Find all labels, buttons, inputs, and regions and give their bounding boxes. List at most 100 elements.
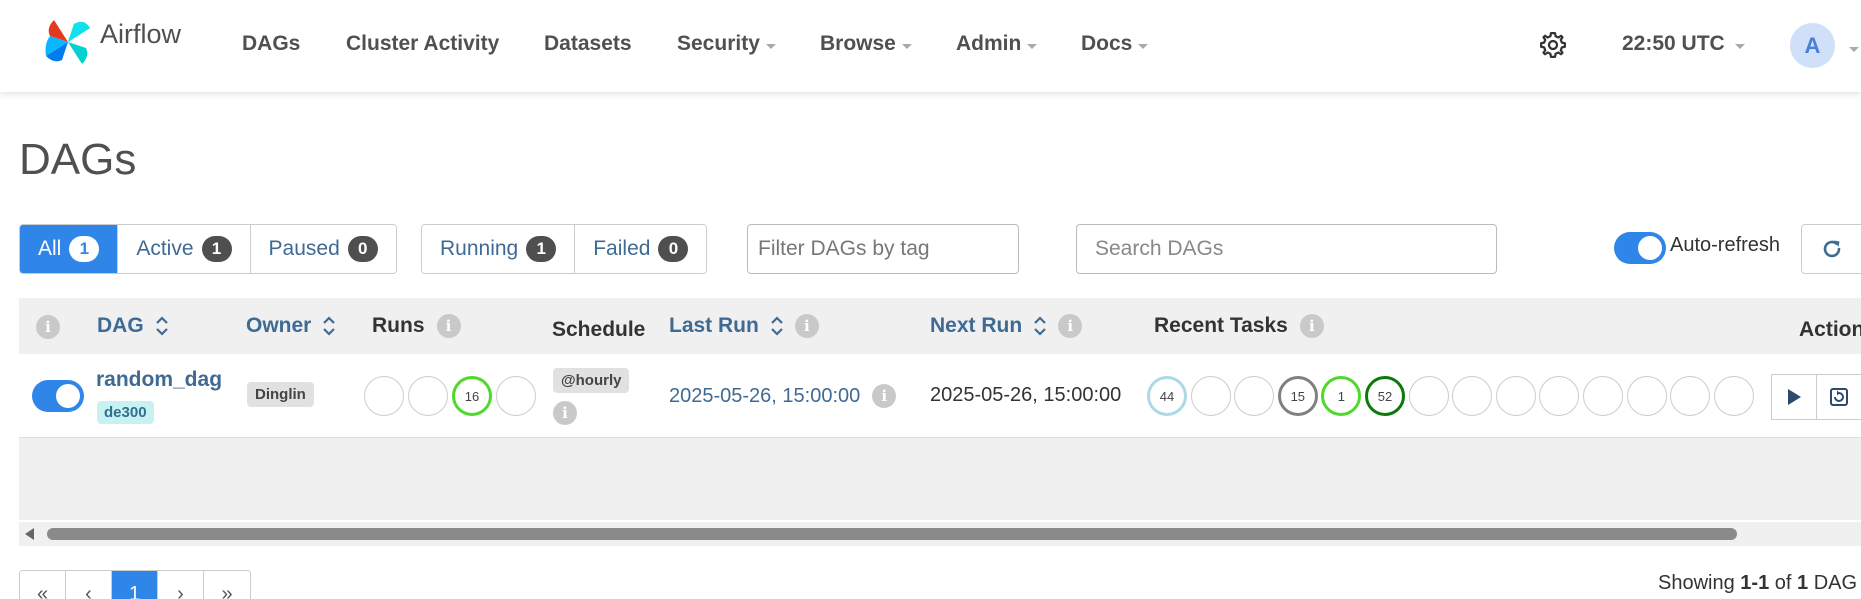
task-status-circle[interactable]	[1713, 376, 1754, 416]
run-filter-group: Running 1 Failed 0	[421, 224, 708, 274]
task-status-circle[interactable]: 1	[1321, 376, 1362, 416]
info-icon[interactable]: i	[36, 315, 60, 339]
task-status-circle[interactable]	[1670, 376, 1711, 416]
nav-cluster-activity[interactable]: Cluster Activity	[346, 32, 499, 56]
filter-all-button[interactable]: All 1	[20, 225, 119, 273]
task-status-circle[interactable]	[1452, 376, 1493, 416]
task-status-circle[interactable]: 44	[1147, 376, 1187, 416]
nav-admin-label: Admin	[956, 32, 1022, 55]
last-run-link[interactable]: 2025-05-26, 15:00:00	[669, 385, 860, 408]
showing-range: 1-1	[1740, 572, 1770, 594]
info-icon[interactable]: i	[436, 314, 461, 338]
brand[interactable]: Airflow	[40, 14, 181, 70]
column-dag[interactable]: DAG	[97, 314, 168, 338]
task-status-circle[interactable]	[1234, 376, 1275, 416]
schedule-badge[interactable]: @hourly	[553, 368, 630, 393]
column-next-run-label: Next Run	[930, 314, 1023, 337]
task-status-circle[interactable]	[1495, 376, 1536, 416]
refresh-button[interactable]	[1801, 224, 1861, 274]
column-next-run[interactable]: Next Run i	[930, 314, 1083, 338]
showing-suffix: DAG	[1813, 572, 1858, 594]
nav-docs[interactable]: Docs	[1081, 32, 1149, 56]
column-schedule-label: Schedule	[552, 318, 646, 341]
page-prev-button[interactable]: ‹	[66, 571, 112, 599]
column-last-run[interactable]: Last Run i	[669, 314, 819, 338]
dag-tag[interactable]: de300	[97, 401, 154, 424]
task-status-circle[interactable]: 15	[1277, 376, 1318, 416]
nav-dags[interactable]: DAGs	[242, 32, 300, 56]
page-current-button[interactable]: 1	[112, 571, 158, 599]
column-actions: Actions	[1799, 318, 1861, 342]
status-filter-group: All 1 Active 1 Paused 0	[19, 224, 397, 274]
nav-docs-label: Docs	[1081, 32, 1133, 55]
refresh-icon	[1830, 388, 1848, 406]
run-status-circle[interactable]	[408, 376, 448, 416]
filter-active-button[interactable]: Active 1	[118, 225, 251, 273]
run-status-circle[interactable]	[496, 376, 536, 416]
run-status-circle[interactable]: 16	[452, 376, 492, 416]
column-owner-label: Owner	[246, 314, 312, 337]
last-run: 2025-05-26, 15:00:00 i	[669, 384, 897, 408]
search-input[interactable]: Search DAGs	[1076, 224, 1497, 274]
column-recent-tasks: Recent Tasks i	[1154, 314, 1324, 338]
sort-icon	[323, 316, 336, 336]
task-status-circle[interactable]	[1190, 376, 1231, 416]
scrollbar-thumb[interactable]	[47, 528, 1737, 540]
nav-datasets[interactable]: Datasets	[544, 32, 632, 56]
task-status-circle[interactable]	[1626, 376, 1667, 416]
info-icon[interactable]: i	[1299, 314, 1324, 338]
chevron-down-icon	[1734, 43, 1745, 49]
page-title: DAGs	[19, 135, 137, 184]
showing-total: 1	[1797, 572, 1809, 594]
chevron-down-icon	[1138, 43, 1149, 49]
page-next-button[interactable]: ›	[158, 571, 204, 599]
sort-icon	[155, 316, 168, 336]
column-schedule: Schedule	[552, 318, 645, 342]
clock-dropdown[interactable]: 22:50 UTC	[1622, 32, 1745, 56]
chevron-down-icon	[901, 43, 912, 49]
dag-link[interactable]: random_dag	[96, 368, 222, 392]
gear-icon[interactable]	[1538, 30, 1568, 60]
horizontal-scrollbar[interactable]	[19, 522, 1861, 546]
nav-admin[interactable]: Admin	[956, 32, 1038, 56]
refresh-dag-button[interactable]	[1816, 374, 1861, 420]
count-badge: 1	[69, 236, 100, 262]
next-run: 2025-05-26, 15:00:00	[930, 384, 1122, 406]
chevron-down-icon[interactable]	[1849, 47, 1859, 52]
task-status-circle[interactable]: 52	[1365, 376, 1405, 416]
info-icon[interactable]: i	[794, 314, 819, 338]
task-status-circle[interactable]	[1583, 376, 1623, 416]
scroll-left-arrow-icon[interactable]	[25, 528, 34, 540]
column-owner[interactable]: Owner	[246, 314, 336, 338]
auto-refresh-toggle[interactable]	[1614, 232, 1666, 264]
nav-browse[interactable]: Browse	[820, 32, 912, 56]
filter-failed-label: Failed	[593, 237, 651, 260]
showing-of: of	[1774, 572, 1792, 594]
filter-paused-label: Paused	[268, 237, 340, 260]
column-runs: Runs i	[372, 314, 461, 338]
info-icon[interactable]: i	[1058, 314, 1083, 338]
brand-name: Airflow	[100, 18, 182, 49]
sort-icon	[771, 316, 783, 336]
nav-security[interactable]: Security	[677, 32, 776, 56]
page-last-button[interactable]: »	[204, 571, 250, 599]
filter-failed-button[interactable]: Failed 0	[575, 225, 707, 273]
dag-active-toggle[interactable]	[32, 380, 84, 412]
trigger-dag-button[interactable]	[1771, 374, 1817, 420]
task-status-circle[interactable]	[1408, 376, 1449, 416]
nav-dags-label: DAGs	[242, 32, 301, 55]
avatar[interactable]: A	[1790, 23, 1835, 68]
filter-running-button[interactable]: Running 1	[422, 225, 576, 273]
tag-filter-input[interactable]: Filter DAGs by tag	[747, 224, 1019, 274]
info-icon[interactable]: i	[872, 384, 897, 408]
info-icon[interactable]: i	[553, 401, 577, 425]
filter-paused-button[interactable]: Paused 0	[250, 225, 396, 273]
count-badge: 0	[658, 236, 689, 262]
showing-prefix: Showing	[1658, 572, 1735, 594]
run-status-circle[interactable]	[364, 376, 404, 416]
task-status-circle[interactable]	[1539, 376, 1580, 416]
owner-badge[interactable]: Dinglin	[247, 382, 314, 407]
filter-all-label: All	[38, 237, 62, 260]
refresh-icon	[1823, 240, 1841, 258]
page-first-button[interactable]: «	[20, 571, 66, 599]
